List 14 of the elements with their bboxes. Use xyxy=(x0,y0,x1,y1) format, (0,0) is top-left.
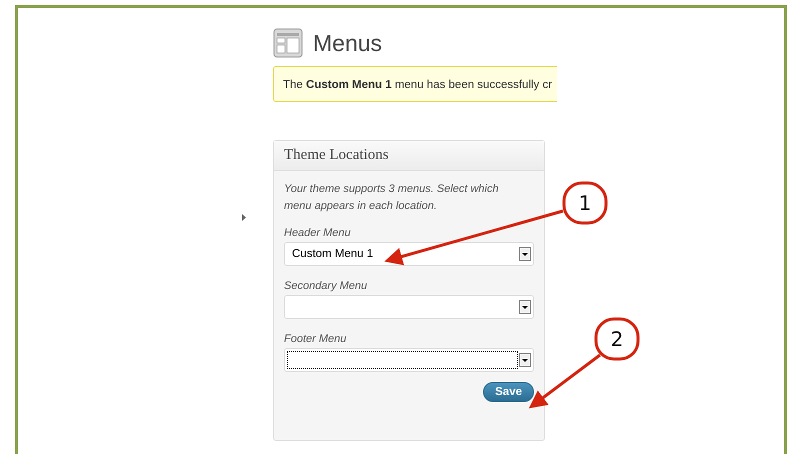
location-label: Footer Menu xyxy=(284,333,348,345)
menus-icon xyxy=(273,28,303,58)
menu-select[interactable] xyxy=(284,348,534,372)
location-label: Header Menu xyxy=(284,227,352,239)
page-title: Menus xyxy=(313,30,382,56)
callout-marker: 1 xyxy=(562,182,608,224)
menu-select[interactable]: Custom Menu 1 xyxy=(284,242,534,266)
location-label: Secondary Menu xyxy=(284,280,368,292)
save-button[interactable]: Save xyxy=(483,382,534,402)
description-text: Your theme supports 3 menus. Select which menu appears in each location. xyxy=(284,182,500,214)
callout-marker: 2 xyxy=(594,318,640,360)
panel-title: Theme Locations xyxy=(284,147,389,163)
notice-text: The Custom Menu 1 menu has been successfully cr xyxy=(283,79,552,91)
caret-icon xyxy=(242,214,246,221)
